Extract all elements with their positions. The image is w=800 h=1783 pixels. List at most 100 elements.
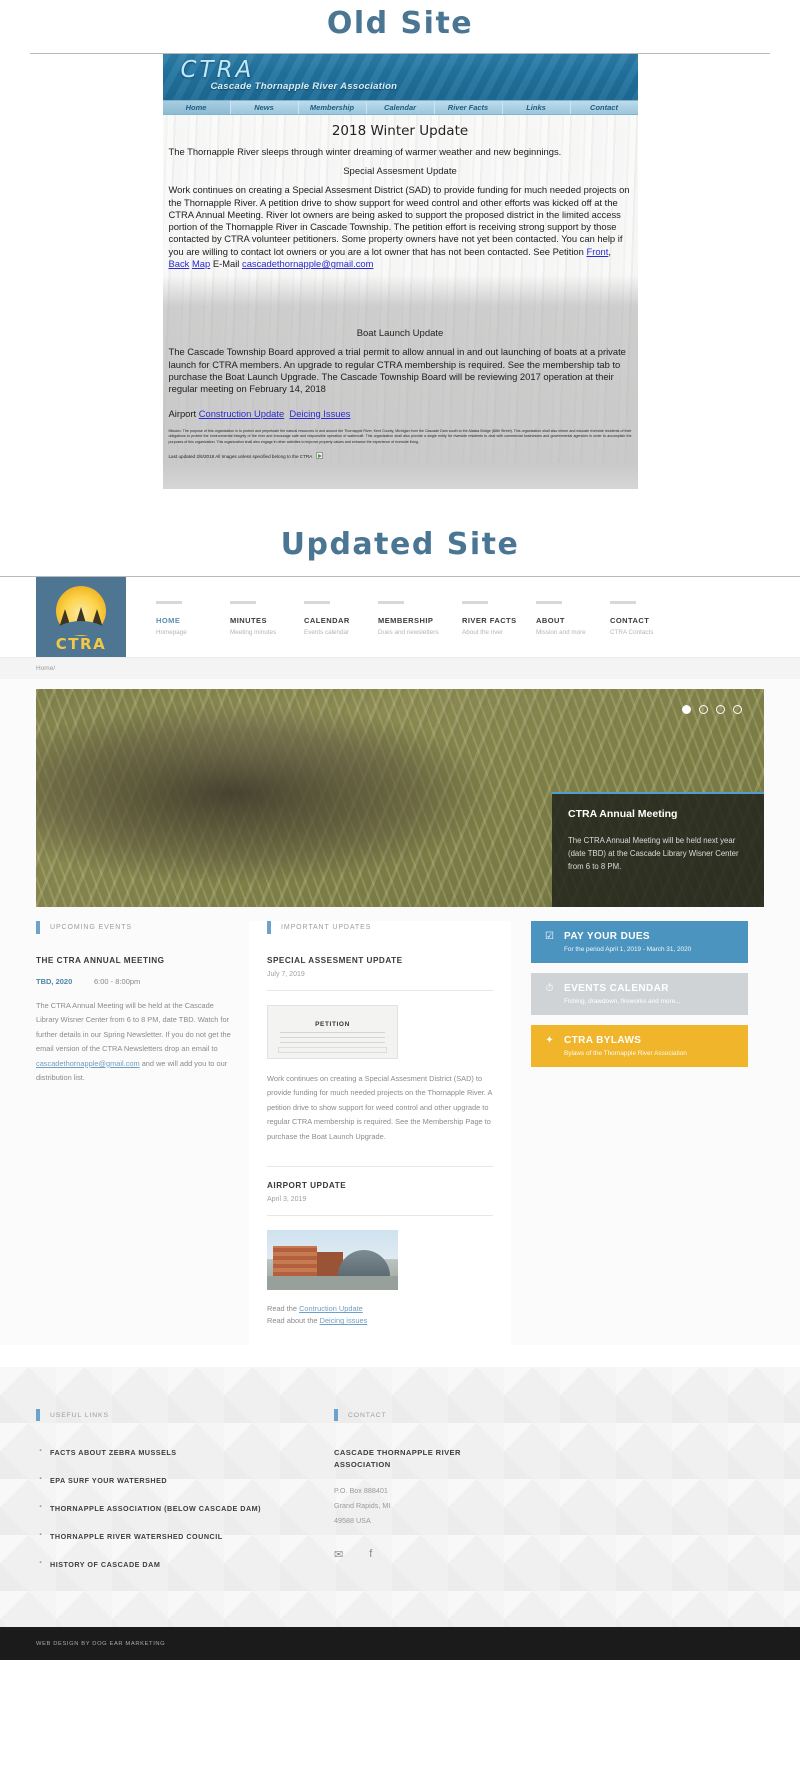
old-email-link[interactable]: cascadethornapple@gmail.com xyxy=(242,258,373,269)
update-divider xyxy=(267,1215,493,1217)
hero-dot-3[interactable] xyxy=(716,704,725,714)
old-nav-calendar[interactable]: Calendar xyxy=(367,101,435,114)
nav-dash xyxy=(610,600,636,604)
cta-subtitle: For the period April 1, 2019 - March 31,… xyxy=(564,946,692,954)
old-link-front[interactable]: Front xyxy=(586,246,608,257)
footer-link-thornapple-association[interactable]: THORNAPPLE ASSOCIATION (BELOW CASCADE DA… xyxy=(36,1501,298,1515)
old-site-content: 2018 Winter Update The Thornapple River … xyxy=(163,115,638,463)
old-link-deicing-issues[interactable]: Deicing Issues xyxy=(289,408,350,419)
nav-item-contact[interactable]: CONTACT CTRA Contacts xyxy=(610,600,684,636)
nav-item-river-facts[interactable]: RIVER FACTS About the river xyxy=(462,600,536,636)
cta-title: EVENTS CALENDAR xyxy=(564,983,669,995)
nav-desc: Homepage xyxy=(156,628,187,636)
kicker-text: UPCOMING EVENTS xyxy=(50,923,132,931)
event-email-link[interactable]: cascadethornapple@gmail.com xyxy=(36,1059,140,1068)
nav-item-membership[interactable]: MEMBERSHIP Dues and newsletters xyxy=(378,600,462,636)
old-paragraph-1-text: Work continues on creating a Special Ass… xyxy=(168,184,630,257)
cta-row: ⏱ EVENTS CALENDAR xyxy=(543,982,736,995)
footer-contact-kicker: CONTACT xyxy=(334,1409,634,1422)
building-shape xyxy=(273,1246,317,1277)
kicker-bar xyxy=(36,920,40,934)
old-site-heading: Old Site xyxy=(326,6,474,41)
old-email-label: E-Mail xyxy=(212,258,240,270)
nav-item-about[interactable]: ABOUT Mission and more xyxy=(536,600,610,636)
footer-links-column: USEFUL LINKS FACTS ABOUT ZEBRA MUSSELS E… xyxy=(36,1409,298,1587)
broken-image-icon xyxy=(316,451,324,459)
cta-row: ☑ PAY YOUR DUES xyxy=(543,930,736,943)
breadcrumb: Home / xyxy=(0,656,800,679)
footer-link-zebra-mussels[interactable]: FACTS ABOUT ZEBRA MUSSELS xyxy=(36,1445,298,1459)
credit-text: WEB DESIGN BY DOG EAR MARKETING xyxy=(36,1640,166,1647)
breadcrumb-separator: / xyxy=(53,664,56,672)
footer-link-watershed-council[interactable]: THORNAPPLE RIVER WATERSHED COUNCIL xyxy=(36,1529,298,1543)
old-nav-links[interactable]: Links xyxy=(503,101,571,114)
cta-ctra-bylaws[interactable]: ✦ CTRA BYLAWS Bylaws of the Thornapple R… xyxy=(531,1024,748,1067)
site-header: CTRA HOME Homepage MINUTES Meeting minut… xyxy=(0,576,800,657)
old-link-construction-update[interactable]: Construction Update xyxy=(199,408,284,419)
hero-dot-2[interactable] xyxy=(699,704,708,714)
petition-thumbnail[interactable]: PETITION xyxy=(267,1004,398,1059)
site-footer: USEFUL LINKS FACTS ABOUT ZEBRA MUSSELS E… xyxy=(0,1367,800,1628)
old-footer-fade xyxy=(162,462,638,489)
cta-events-calendar[interactable]: ⏱ EVENTS CALENDAR Fishing, drawdown, fir… xyxy=(531,972,748,1015)
old-logo-tagline: Cascade Thornapple River Association xyxy=(210,81,398,92)
hero-dot-1[interactable] xyxy=(682,704,691,714)
old-site-banner: CTRA Cascade Thornapple River Associatio… xyxy=(162,54,638,100)
address-line-1: P.O. Box 888401 xyxy=(334,1486,388,1496)
facebook-icon[interactable]: f xyxy=(369,1548,372,1561)
footer-social-links: ✉ f xyxy=(334,1548,634,1561)
old-link-back[interactable]: Back xyxy=(169,258,190,269)
content-columns: UPCOMING EVENTS THE CTRA ANNUAL MEETING … xyxy=(36,907,764,1346)
airport-thumbnail[interactable] xyxy=(267,1230,398,1291)
update-title: SPECIAL ASSESMENT UPDATE xyxy=(267,955,403,965)
nav-item-calendar[interactable]: CALENDAR Events calendar xyxy=(304,600,378,636)
footer-link-cascade-dam-history[interactable]: HISTORY OF CASCADE DAM xyxy=(36,1557,298,1571)
update-item-special-assessment: SPECIAL ASSESMENT UPDATE July 7, 2019 PE… xyxy=(267,956,493,1145)
old-site-screenshot: CTRA Cascade Thornapple River Associatio… xyxy=(162,54,638,489)
nav-label: MINUTES xyxy=(230,615,267,625)
old-paragraph-boat-launch: The Cascade Township Board approved a tr… xyxy=(168,346,626,395)
old-nav-river-facts[interactable]: River Facts xyxy=(435,101,503,114)
update-date: July 7, 2019 xyxy=(267,970,305,978)
nav-item-home[interactable]: HOME Homepage xyxy=(156,600,230,636)
hero-dot-4[interactable] xyxy=(733,704,742,714)
read-deicing-prefix: Read about the xyxy=(267,1316,320,1326)
old-site-nav[interactable]: Home News Membership Calendar River Fact… xyxy=(162,100,638,115)
old-nav-contact[interactable]: Contact xyxy=(571,101,638,114)
nav-dash xyxy=(156,600,182,604)
cta-column: ☑ PAY YOUR DUES For the period April 1, … xyxy=(511,920,748,1346)
address-line-2: Grand Rapids, MI xyxy=(334,1501,391,1511)
link-deicing-issues[interactable]: Deicing issues xyxy=(320,1316,368,1325)
nav-desc: Dues and newsletters xyxy=(378,628,439,636)
link-construction-update[interactable]: Contruction Update xyxy=(299,1304,363,1313)
nav-desc: Events calendar xyxy=(304,628,350,636)
old-subhead-special-assessment: Special Assesment Update xyxy=(343,166,457,178)
kicker-bar xyxy=(334,1409,338,1422)
important-updates-kicker: IMPORTANT UPDATES xyxy=(267,920,493,934)
kicker-bar xyxy=(267,920,271,934)
kicker-text: CONTACT xyxy=(348,1411,387,1419)
old-nav-home[interactable]: Home xyxy=(162,101,231,114)
important-updates-column: IMPORTANT UPDATES SPECIAL ASSESMENT UPDA… xyxy=(249,920,511,1346)
update-body: Work continues on creating a Special Ass… xyxy=(267,1073,493,1141)
hero-pagination[interactable] xyxy=(682,704,742,714)
hero-slider[interactable]: CTRA Annual Meeting The CTRA Annual Meet… xyxy=(36,688,764,907)
event-meta: TBD, 2020 6:00 - 8:00pm xyxy=(36,977,233,986)
nav-label: HOME xyxy=(156,615,181,625)
footer-links-kicker: USEFUL LINKS xyxy=(36,1409,298,1422)
footer-link-epa-watershed[interactable]: EPA SURF YOUR WATERSHED xyxy=(36,1473,298,1487)
cta-pay-your-dues[interactable]: ☑ PAY YOUR DUES For the period April 1, … xyxy=(531,920,748,963)
site-logo[interactable]: CTRA xyxy=(36,576,126,657)
nav-item-minutes[interactable]: MINUTES Meeting minutes xyxy=(230,600,304,636)
update-item-airport: AIRPORT UPDATE April 3, 2019 Read the Co… xyxy=(267,1181,493,1327)
breadcrumb-home[interactable]: Home xyxy=(36,665,53,672)
terminal-dome-shape xyxy=(338,1250,390,1277)
old-nav-membership[interactable]: Membership xyxy=(299,101,367,114)
old-link-map[interactable]: Map xyxy=(192,258,210,269)
updated-site-section: Updated Site CTRA HOME Homepage MINUTES … xyxy=(0,527,800,1661)
footer-address: P.O. Box 888401 Grand Rapids, MI 49588 U… xyxy=(334,1483,634,1528)
old-site-section: Old Site CTRA Cascade Thornapple River A… xyxy=(0,0,800,489)
update-divider xyxy=(267,989,493,991)
email-icon[interactable]: ✉ xyxy=(334,1548,343,1561)
old-nav-news[interactable]: News xyxy=(231,101,299,114)
